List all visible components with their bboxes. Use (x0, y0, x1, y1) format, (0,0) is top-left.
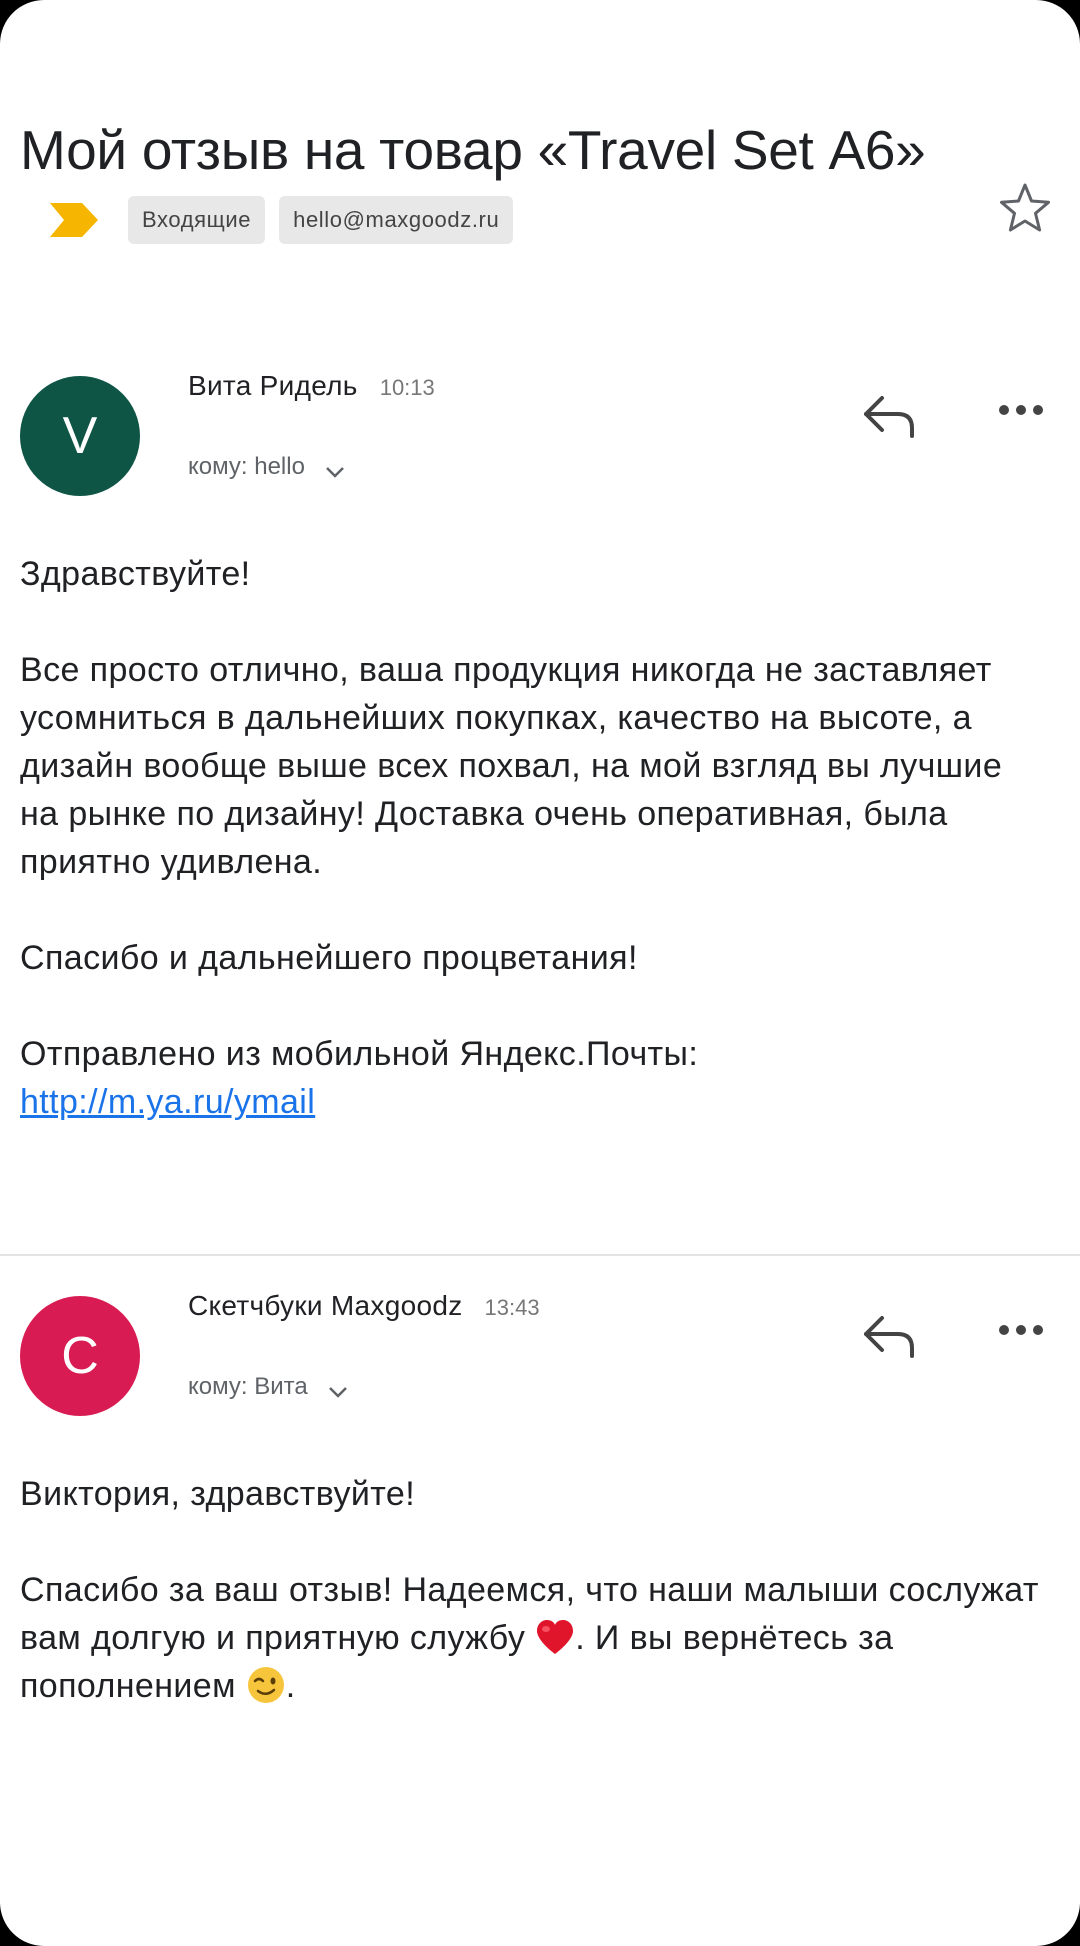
reply-arrow-icon[interactable] (858, 1310, 922, 1364)
label-chip-address[interactable]: hello@maxgoodz.ru (279, 196, 514, 244)
message-time: 13:43 (484, 1295, 540, 1320)
avatar-letter: V (62, 407, 98, 465)
sender-line: Вита Ридель 10:13 (188, 370, 435, 402)
sender-line: Скетчбуки Maxgoodz 13:43 (188, 1290, 540, 1322)
avatar-letter: С (61, 1327, 99, 1385)
subject-labels: Входящие hello@maxgoodz.ru (48, 196, 514, 244)
label-chip-inbox[interactable]: Входящие (128, 196, 266, 244)
chevron-down-icon (326, 467, 344, 478)
message-time: 10:13 (379, 375, 435, 400)
avatar[interactable]: V (20, 376, 140, 496)
email-thread-screen: Мой отзыв на товар «Travel Set А6» Входя… (0, 0, 1080, 1946)
chevron-down-icon (328, 1387, 347, 1398)
reply-paragraph: Спасибо за ваш отзыв! Надеемся, что наши… (20, 1566, 1040, 1710)
more-dots-icon[interactable] (996, 1320, 1046, 1340)
reply-arrow-icon[interactable] (858, 390, 922, 444)
recipient-details[interactable]: кому: hello (188, 450, 347, 484)
winking-face-emoji (247, 1667, 284, 1703)
greeting: Здравствуйте! (20, 555, 251, 593)
review-paragraph: Все просто отлично, ваша продукция никог… (20, 651, 1003, 881)
message-divider (0, 1254, 1080, 1256)
message-body: Виктория, здравствуйте! Спасибо за ваш о… (20, 1470, 1040, 1710)
more-dots-icon[interactable] (996, 400, 1046, 420)
recipient-label: кому: Вита (188, 1373, 308, 1400)
closing-line: Спасибо и дальнейшего процветания! (20, 939, 638, 977)
subject-title: Мой отзыв на товар «Travel Set А6» (20, 119, 926, 181)
recipient-label: кому: hello (188, 453, 305, 480)
signature-line: Отправлено из мобильной Яндекс.Почты: (20, 1035, 699, 1073)
importance-marker-icon[interactable] (48, 199, 100, 241)
red-heart-emoji (537, 1620, 574, 1654)
yandex-mail-link[interactable]: http://m.ya.ru/ymail (20, 1083, 315, 1121)
sender-name: Вита Ридель (188, 370, 358, 401)
sender-name: Скетчбуки Maxgoodz (188, 1290, 463, 1321)
recipient-details[interactable]: кому: Вита (188, 1370, 350, 1404)
avatar[interactable]: С (20, 1296, 140, 1416)
subject-header: Мой отзыв на товар «Travel Set А6» Входя… (20, 108, 940, 276)
greeting: Виктория, здравствуйте! (20, 1475, 416, 1513)
reply-text-part3: . (285, 1667, 296, 1705)
star-outline-icon[interactable] (996, 180, 1054, 238)
message-body: Здравствуйте! Все просто отлично, ваша п… (20, 550, 1040, 1126)
